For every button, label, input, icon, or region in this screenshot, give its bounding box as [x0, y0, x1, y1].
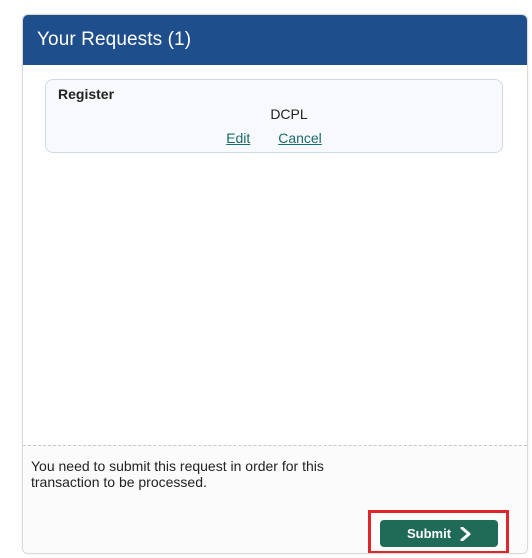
request-actions: Edit Cancel [46, 130, 502, 146]
request-card: Register DCPL Edit Cancel [45, 79, 503, 153]
chevron-right-icon [460, 526, 471, 541]
edit-link[interactable]: Edit [226, 130, 250, 146]
request-detail: DCPL [270, 106, 308, 122]
submit-button[interactable]: Submit [380, 520, 498, 547]
requests-panel: Your Requests (1) Register DCPL Edit Can… [22, 14, 528, 554]
submit-highlight-box: Submit [368, 510, 509, 553]
panel-title: Your Requests (1) [23, 15, 527, 65]
footer: You need to submit this request in order… [23, 445, 527, 553]
request-type: Register [58, 86, 115, 102]
footer-message: You need to submit this request in order… [31, 458, 324, 490]
cancel-link[interactable]: Cancel [278, 130, 322, 146]
submit-label: Submit [406, 526, 452, 541]
